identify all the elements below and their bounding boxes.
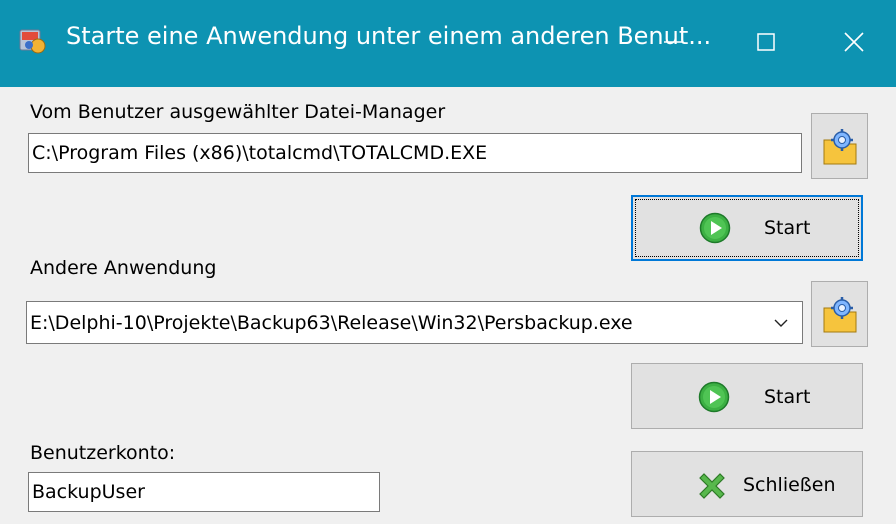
minimize-icon — [664, 41, 682, 43]
other-app-value: E:\Delphi-10\Projekte\Backup63\Release\W… — [30, 312, 633, 334]
maximize-button[interactable] — [738, 14, 794, 70]
title-bar: Starte eine Anwendung unter einem andere… — [0, 0, 896, 87]
window-title: Starte eine Anwendung unter einem andere… — [66, 22, 712, 50]
app-icon — [19, 29, 46, 54]
folder-gear-icon — [823, 297, 857, 333]
other-app-label: Andere Anwendung — [30, 257, 217, 279]
folder-gear-icon — [823, 129, 857, 165]
other-app-browse-button[interactable] — [811, 281, 868, 347]
start-other-app-button[interactable]: Start — [631, 363, 863, 429]
play-icon — [699, 212, 731, 244]
account-field[interactable]: BackupUser — [28, 472, 380, 512]
close-button[interactable]: Schließen — [631, 451, 863, 517]
file-manager-field[interactable]: C:\Program Files (x86)\totalcmd\TOTALCMD… — [28, 133, 802, 173]
other-app-combobox[interactable]: E:\Delphi-10\Projekte\Backup63\Release\W… — [26, 301, 803, 344]
close-icon — [844, 32, 864, 52]
start-file-manager-button[interactable]: Start — [631, 195, 863, 261]
start-other-app-label: Start — [764, 386, 811, 408]
account-label: Benutzerkonto: — [30, 442, 176, 464]
maximize-icon — [757, 33, 775, 51]
minimize-button[interactable] — [645, 14, 701, 70]
start-file-manager-label: Start — [764, 217, 811, 239]
close-window-button[interactable] — [826, 14, 882, 70]
file-manager-browse-button[interactable] — [811, 113, 868, 179]
close-button-label: Schließen — [743, 474, 836, 496]
file-manager-label: Vom Benutzer ausgewählter Datei-Manager — [30, 101, 446, 123]
focus-rectangle — [635, 199, 859, 257]
play-icon — [698, 381, 730, 413]
chevron-down-icon[interactable] — [774, 319, 788, 328]
red-x-icon — [699, 473, 725, 499]
